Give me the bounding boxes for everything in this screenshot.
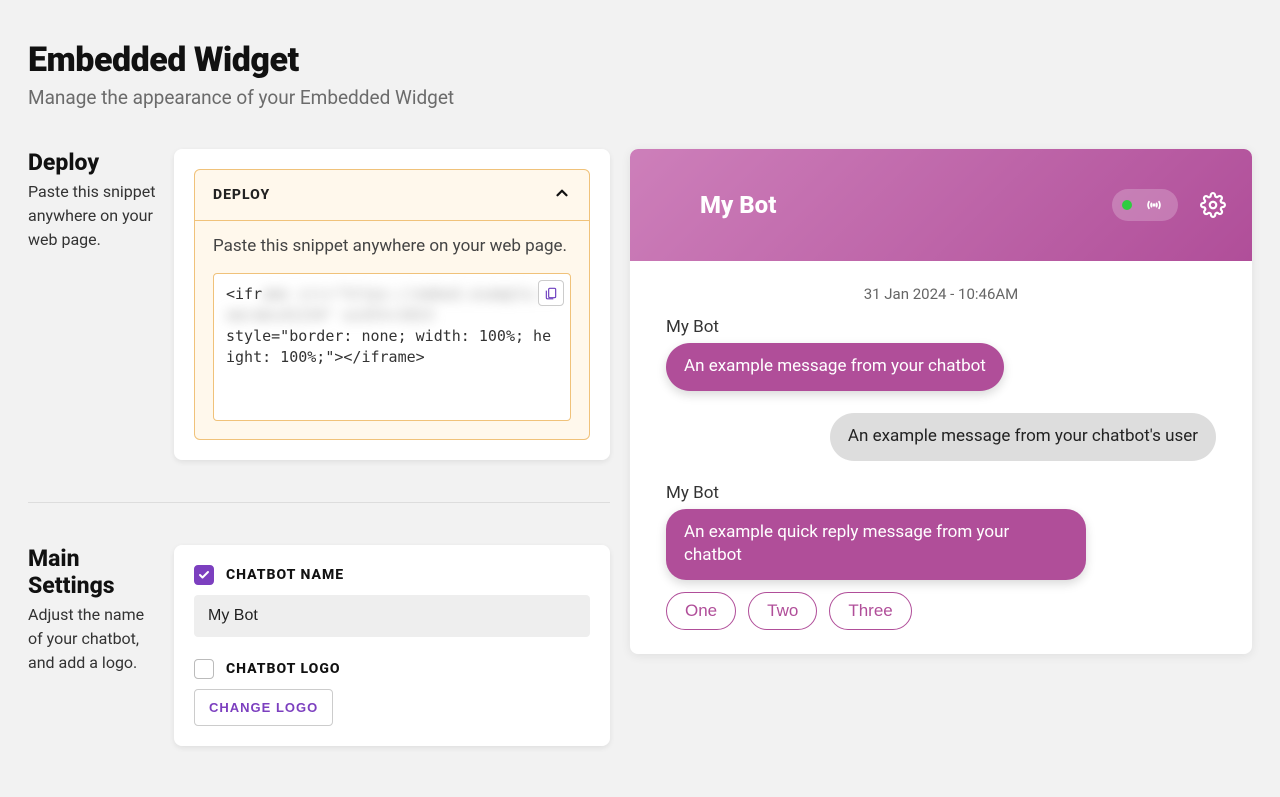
online-dot-icon (1122, 200, 1132, 210)
quick-reply-button[interactable]: Three (829, 592, 911, 630)
chatbot-logo-label: CHATBOT LOGO (226, 661, 341, 677)
divider (28, 502, 610, 503)
quick-reply-button[interactable]: Two (748, 592, 817, 630)
chatbot-name-checkbox[interactable] (194, 565, 214, 585)
change-logo-button[interactable]: CHANGE LOGO (194, 689, 333, 726)
check-icon (198, 569, 210, 581)
broadcast-icon (1144, 195, 1164, 215)
quick-reply-button[interactable]: One (666, 592, 736, 630)
message-sender: My Bot (666, 483, 1216, 503)
page-subtitle: Manage the appearance of your Embedded W… (28, 86, 1252, 109)
deploy-section: Deploy Paste this snippet anywhere on yo… (28, 149, 610, 460)
deploy-desc: Paste this snippet anywhere on your web … (28, 180, 158, 252)
page-title: Embedded Widget (28, 40, 1252, 80)
main-settings-heading: Main Settings (28, 545, 158, 599)
deploy-heading: Deploy (28, 149, 158, 176)
main-settings-desc: Adjust the name of your chatbot, and add… (28, 603, 158, 675)
chat-preview: My Bot 31 Jan 2024 - (630, 149, 1252, 654)
bot-message: An example message from your chatbot (666, 343, 1004, 391)
message-sender: My Bot (666, 317, 1216, 337)
gear-icon[interactable] (1200, 192, 1226, 218)
user-message: An example message from your chatbot's u… (830, 413, 1216, 461)
main-settings-section: Main Settings Adjust the name of your ch… (28, 545, 610, 746)
deploy-accordion-header[interactable]: DEPLOY (195, 170, 589, 221)
chatbot-name-label: CHATBOT NAME (226, 567, 344, 583)
deploy-panel-title: DEPLOY (213, 187, 270, 203)
embed-code-snippet[interactable]: <iframe src="https://embed.example.com/a… (213, 273, 571, 421)
bot-message: An example quick reply message from your… (666, 509, 1086, 581)
chatbot-name-input[interactable] (194, 595, 590, 637)
deploy-panel-desc: Paste this snippet anywhere on your web … (213, 235, 571, 259)
chat-title: My Bot (700, 191, 776, 219)
chat-header: My Bot (630, 149, 1252, 261)
copy-code-button[interactable] (538, 280, 564, 306)
chat-timestamp: 31 Jan 2024 - 10:46AM (666, 285, 1216, 303)
quick-replies: One Two Three (666, 592, 1216, 630)
chatbot-logo-checkbox[interactable] (194, 659, 214, 679)
clipboard-icon (544, 286, 558, 300)
status-indicator[interactable] (1112, 189, 1178, 221)
chevron-up-icon (553, 184, 571, 206)
